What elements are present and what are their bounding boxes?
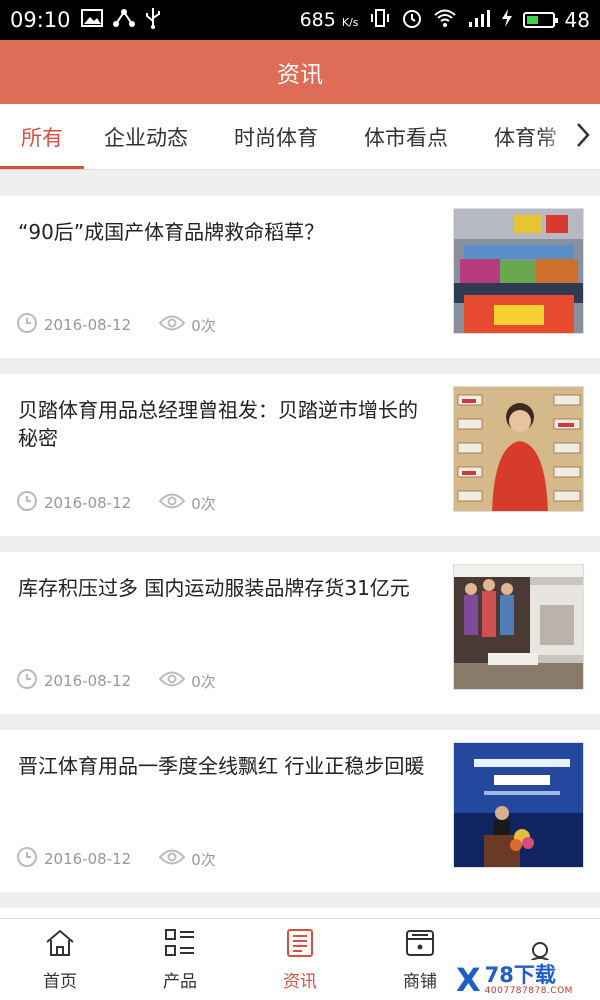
eye-icon — [158, 492, 186, 514]
news-item[interactable]: 晋江体育用品一季度全线飘红 行业正稳步回暖 2016-08-12 0次 — [0, 730, 600, 892]
news-title: 晋江体育用品一季度全线飘红 行业正稳步回暖 — [18, 754, 425, 778]
clock-icon — [16, 312, 38, 338]
watermark-logo: X 78下载 4007787878.COM — [452, 960, 600, 1000]
chevron-right-icon — [576, 122, 590, 152]
news-meta: 2016-08-12 0次 — [16, 846, 216, 872]
news-date: 2016-08-12 — [44, 672, 132, 690]
watermark-title: 78下载 — [484, 963, 556, 987]
news-title: 库存积压过多 国内运动服装品牌存货31亿元 — [18, 576, 410, 600]
tab-label: 企业动态 — [104, 126, 188, 150]
nav-label: 商铺 — [403, 971, 437, 992]
eye-icon — [158, 314, 186, 336]
status-time: 09:10 — [10, 8, 71, 32]
tab-all[interactable]: 所有 — [0, 104, 84, 169]
news-item[interactable]: 库存积压过多 国内运动服装品牌存货31亿元 2016-08-12 0次 — [0, 552, 600, 714]
news-thumbnail — [453, 386, 584, 512]
news-title: “90后”成国产体育品牌救命稻草？ — [18, 220, 325, 244]
news-thumbnail — [453, 208, 584, 334]
news-item[interactable]: “90后”成国产体育品牌救命稻草？ 2016-08-12 0次 — [0, 196, 600, 358]
net-speed-unit: K/s — [341, 16, 359, 29]
news-title: 贝踏体育用品总经理曾祖发：贝踏逆市增长的秘密 — [18, 398, 418, 450]
watermark-url: 4007787878.COM — [484, 986, 573, 996]
battery-icon — [522, 12, 558, 28]
tabs-scroll-next[interactable] — [540, 104, 600, 169]
news-thumbnail — [453, 742, 584, 868]
news-meta: 2016-08-12 0次 — [16, 312, 216, 338]
news-date: 2016-08-12 — [44, 850, 132, 868]
page-title: 资讯 — [277, 62, 323, 88]
eye-icon — [158, 848, 186, 870]
nav-label: 首页 — [43, 971, 77, 992]
status-bar: 09:10 685 K/s 48 — [0, 0, 600, 40]
tab-label: 所有 — [21, 126, 63, 150]
nav-home[interactable]: 首页 — [0, 919, 120, 1000]
vibrate-icon — [369, 8, 391, 33]
tab-market-focus[interactable]: 体市看点 — [364, 104, 448, 169]
battery-percent: 48 — [564, 8, 590, 32]
news-meta: 2016-08-12 0次 — [16, 668, 216, 694]
tab-active-indicator — [0, 166, 84, 169]
tab-company-news[interactable]: 企业动态 — [104, 104, 188, 169]
charging-icon — [501, 8, 513, 33]
store-icon — [404, 928, 436, 963]
product-list-icon — [164, 928, 196, 963]
news-date: 2016-08-12 — [44, 316, 132, 334]
gallery-icon — [80, 8, 103, 32]
tab-label: 体市看点 — [364, 126, 448, 150]
app-header: 资讯 — [0, 40, 600, 104]
eye-icon — [158, 670, 186, 692]
nav-products[interactable]: 产品 — [120, 919, 240, 1000]
clock-icon — [16, 846, 38, 872]
nav-news[interactable]: 资讯 — [240, 919, 360, 1000]
net-speed: 685 — [299, 9, 336, 31]
wifi-icon — [433, 8, 457, 33]
news-item[interactable]: 贝踏体育用品总经理曾祖发：贝踏逆市增长的秘密 2016-08-12 0次 — [0, 374, 600, 536]
news-views: 0次 — [191, 494, 216, 513]
home-icon — [44, 928, 76, 963]
nav-label: 产品 — [163, 971, 197, 992]
news-views: 0次 — [191, 672, 216, 691]
news-views: 0次 — [191, 316, 216, 335]
tab-label: 时尚体育 — [234, 126, 318, 150]
share-icon — [112, 8, 135, 33]
alarm-icon — [401, 7, 423, 34]
news-date: 2016-08-12 — [44, 494, 132, 512]
usb-icon — [145, 7, 161, 34]
news-icon — [284, 928, 316, 963]
watermark-mark: X — [456, 961, 481, 999]
category-tabs: 所有 企业动态 时尚体育 体市看点 体育常 — [0, 104, 600, 170]
clock-icon — [16, 668, 38, 694]
signal-icon — [467, 8, 491, 33]
news-thumbnail — [453, 564, 584, 690]
news-meta: 2016-08-12 0次 — [16, 490, 216, 516]
news-item[interactable] — [0, 908, 600, 918]
clock-icon — [16, 490, 38, 516]
news-views: 0次 — [191, 850, 216, 869]
nav-label: 资讯 — [283, 971, 317, 992]
tab-fashion-sports[interactable]: 时尚体育 — [234, 104, 318, 169]
